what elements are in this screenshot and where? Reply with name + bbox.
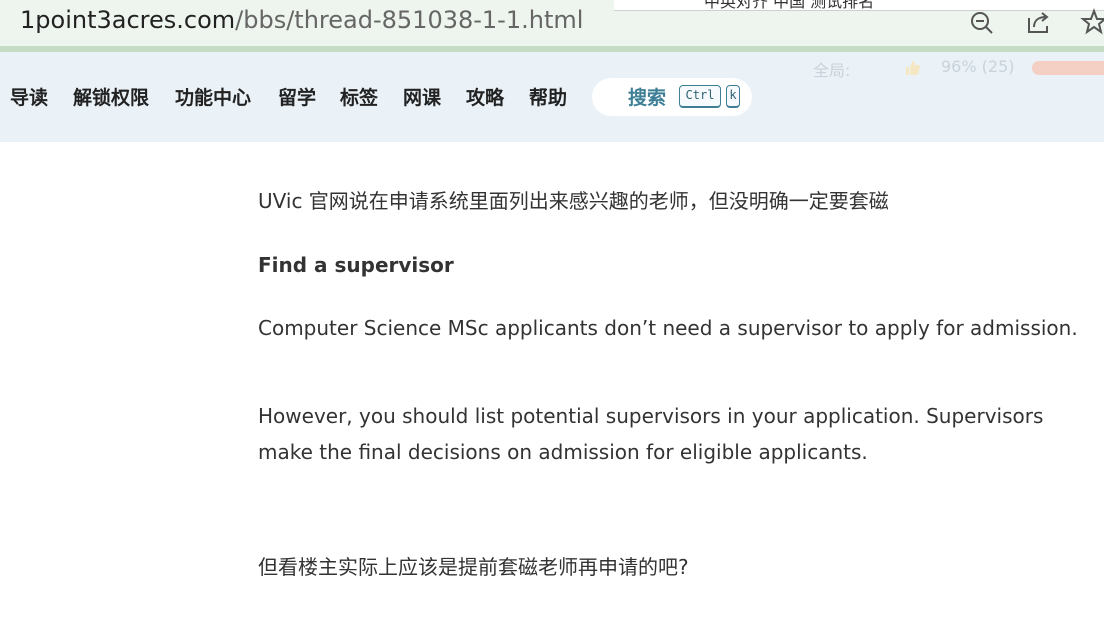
browser-address-bar[interactable]: 1point3acres.com/bbs/thread-851038-1-1.h… [0,0,1104,52]
nav-item-study-abroad[interactable]: 留学 [278,85,316,111]
share-icon[interactable] [1024,8,1052,36]
url-path: /bbs/thread-851038-1-1.html [235,6,584,34]
search-label: 搜索 [628,87,667,109]
nav-item-tags[interactable]: 标签 [340,85,378,111]
search-button[interactable]: 搜索 Ctrl k [592,78,752,116]
nav-item-function-center[interactable]: 功能中心 [175,85,251,111]
stats-value: 96% (25) [941,57,1015,76]
nav-item-help[interactable]: 帮助 [529,85,567,111]
post-heading: Find a supervisor [258,253,454,277]
nav-item-online-courses[interactable]: 网课 [403,85,441,111]
address-url[interactable]: 1point3acres.com/bbs/thread-851038-1-1.h… [20,4,583,36]
favorite-star-icon[interactable] [1080,8,1104,36]
thumbs-up-icon [906,61,921,75]
post-paragraph-supervisor-not-needed: Computer Science MSc applicants don’t ne… [258,316,1078,340]
zoom-out-icon[interactable] [968,8,996,36]
post-paragraph-however-line-1: However, you should list potential super… [258,404,1044,428]
post-paragraph-question: 但看楼主实际上应该是提前套磁老师再申请的吧? [258,555,689,579]
post-paragraph-intro: UVic 官网说在申请系统里面列出来感兴趣的老师，但没明确一定要套磁 [258,189,889,213]
rating-progress-fill [1032,61,1104,75]
popup-text: 中英对齐 中国 测试排名 [704,0,875,11]
rating-progress-bar [1032,61,1104,75]
post-paragraph-however-line-2: make the final decisions on admission fo… [258,440,868,464]
nav-item-guides[interactable]: 攻略 [466,85,504,111]
nav-item-unlock-permissions[interactable]: 解锁权限 [73,85,149,111]
site-navigation: 导读 解锁权限 功能中心 留学 标签 网课 攻略 帮助 搜索 Ctrl k 全局… [0,52,1104,142]
stats-label: 全局: [813,61,851,80]
shortcut-key-k: k [726,85,740,108]
url-domain: 1point3acres.com [20,6,236,34]
nav-item-guide[interactable]: 导读 [10,85,48,111]
shortcut-key-ctrl: Ctrl [679,85,721,108]
